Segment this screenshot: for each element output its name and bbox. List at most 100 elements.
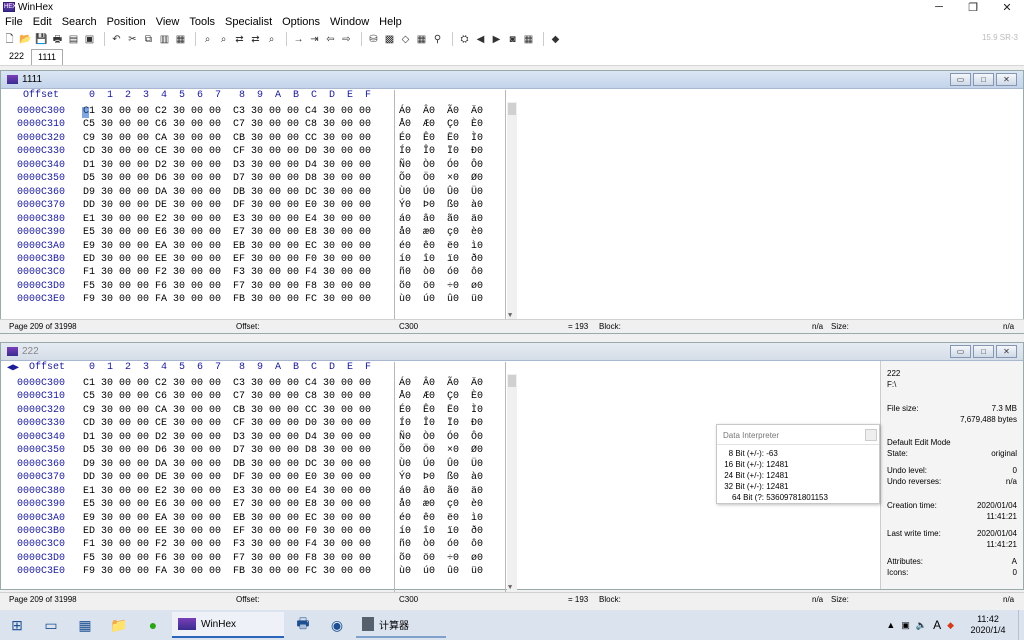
row-hex-bytes[interactable]: E1 30 00 00 E2 30 00 00 E3 30 00 00 E4 3… [83, 486, 371, 500]
prev-icon[interactable]: ◀ [474, 33, 487, 46]
row-hex-bytes[interactable]: D9 30 00 00 DA 30 00 00 DB 30 00 00 DC 3… [83, 187, 371, 201]
search-icon[interactable]: ⚲ [431, 33, 444, 46]
menu-view[interactable]: View [151, 16, 185, 28]
row-text[interactable]: É0 Ê0 Ë0 Ì0 [399, 405, 483, 419]
windows-start-icon[interactable]: ⊞ [0, 610, 34, 640]
tab-222[interactable]: 222 [2, 48, 31, 65]
row-text[interactable]: ù0 ú0 û0 ü0 [399, 566, 483, 580]
row-text[interactable]: Å0 Æ0 Ç0 È0 [399, 391, 483, 405]
row-offset[interactable]: 0000C3C0 [17, 267, 65, 281]
row-offset[interactable]: 0000C320 [17, 133, 65, 147]
maximize-button[interactable]: □ [973, 73, 994, 86]
row-text[interactable]: é0 ê0 ë0 ì0 [399, 241, 483, 255]
properties-icon[interactable]: ▤ [67, 33, 80, 46]
find-hex-icon[interactable]: ⌕ [217, 33, 230, 46]
scrollbar-thumb[interactable] [508, 103, 516, 115]
row-offset[interactable]: 0000C3A0 [17, 513, 65, 527]
undo-icon[interactable]: ↶ [110, 33, 123, 46]
row-text[interactable]: Ñ0 Ò0 Ó0 Ô0 [399, 432, 483, 446]
row-hex-bytes[interactable]: C9 30 00 00 CA 30 00 00 CB 30 00 00 CC 3… [83, 405, 371, 419]
row-hex-bytes[interactable]: CD 30 00 00 CE 30 00 00 CF 30 00 00 D0 3… [83, 146, 371, 160]
row-hex-bytes[interactable]: C1 30 00 00 C2 30 00 00 C3 30 00 00 C4 3… [83, 378, 371, 392]
menu-help[interactable]: Help [374, 16, 407, 28]
replace-hex-icon[interactable]: ⇄ [249, 33, 262, 46]
taskbar-app-calculator[interactable]: 计算器 [356, 612, 446, 638]
row-offset[interactable]: 0000C360 [17, 187, 65, 201]
row-text[interactable]: õ0 ö0 ÷0 ø0 [399, 553, 483, 567]
table-icon[interactable]: ▦ [522, 33, 535, 46]
write-icon[interactable]: ▦ [174, 33, 187, 46]
row-hex-bytes[interactable]: C5 30 00 00 C6 30 00 00 C7 30 00 00 C8 3… [83, 119, 371, 133]
row-text[interactable]: á0 â0 ã0 ä0 [399, 214, 483, 228]
row-hex-bytes[interactable]: E9 30 00 00 EA 30 00 00 EB 30 00 00 EC 3… [83, 241, 371, 255]
row-hex-bytes[interactable]: F9 30 00 00 FA 30 00 00 FB 30 00 00 FC 3… [83, 294, 371, 308]
row-text[interactable]: å0 æ0 ç0 è0 [399, 499, 483, 513]
menu-tools[interactable]: Tools [184, 16, 220, 28]
close-button[interactable]: ✕ [996, 345, 1017, 358]
row-text[interactable]: É0 Ê0 Ë0 Ì0 [399, 133, 483, 147]
back-icon[interactable]: ⇦ [324, 33, 337, 46]
scroll-left-icon[interactable]: ◀▶ [7, 362, 23, 374]
row-text[interactable]: á0 â0 ã0 ä0 [399, 486, 483, 500]
open-folder-icon[interactable]: ▣ [83, 33, 96, 46]
row-text[interactable]: ù0 ú0 û0 ü0 [399, 294, 483, 308]
row-text[interactable]: ñ0 ò0 ó0 ô0 [399, 539, 483, 553]
vertical-scrollbar[interactable]: ▼ [507, 102, 517, 320]
row-offset[interactable]: 0000C3B0 [17, 254, 65, 268]
row-offset[interactable]: 0000C3D0 [17, 281, 65, 295]
row-offset[interactable]: 0000C3E0 [17, 566, 65, 580]
row-text[interactable]: Ñ0 Ò0 Ó0 Ô0 [399, 160, 483, 174]
row-text[interactable]: Ý0 Þ0 ß0 à0 [399, 472, 483, 486]
find-icon[interactable]: ⌕ [201, 33, 214, 46]
ram-icon[interactable]: ▩ [383, 33, 396, 46]
row-hex-bytes[interactable]: D5 30 00 00 D6 30 00 00 D7 30 00 00 D8 3… [83, 445, 371, 459]
print-icon[interactable]: 🖶 [51, 33, 64, 46]
row-text[interactable]: í0 î0 ï0 ð0 [399, 526, 483, 540]
snapshot-icon[interactable]: ◙ [506, 33, 519, 46]
file-explorer-icon[interactable]: 📁 [102, 610, 136, 640]
printer-icon[interactable]: 🖶 [286, 610, 320, 640]
row-text[interactable]: Ù0 Ú0 Û0 Ü0 [399, 187, 483, 201]
row-hex-bytes[interactable]: C1 30 00 00 C2 30 00 00 C3 30 00 00 C4 3… [83, 106, 371, 120]
hex-view[interactable]: ◀▶ Offset 0 1 2 3 4 5 6 7 8 9 A B C D E … [1, 362, 521, 592]
row-offset[interactable]: 0000C380 [17, 486, 65, 500]
row-offset[interactable]: 0000C350 [17, 173, 65, 187]
row-offset[interactable]: 0000C390 [17, 499, 65, 513]
row-offset[interactable]: 0000C340 [17, 432, 65, 446]
task-view-icon[interactable]: ▭ [34, 610, 68, 640]
row-text[interactable]: Á0 Â0 Ã0 Ä0 [399, 106, 483, 120]
close-button[interactable]: ✕ [990, 0, 1024, 14]
row-hex-bytes[interactable]: DD 30 00 00 DE 30 00 00 DF 30 00 00 E0 3… [83, 200, 371, 214]
network-icon[interactable]: ▣ [901, 620, 910, 631]
find-next-icon[interactable]: ⌕ [265, 33, 278, 46]
help-icon[interactable]: ◆ [549, 33, 562, 46]
show-desktop-button[interactable] [1018, 610, 1024, 640]
minimize-button[interactable]: ▭ [950, 73, 971, 86]
maximize-button[interactable]: □ [973, 345, 994, 358]
row-offset[interactable]: 0000C330 [17, 146, 65, 160]
save-icon[interactable]: 💾 [35, 33, 48, 46]
row-text[interactable]: Å0 Æ0 Ç0 È0 [399, 119, 483, 133]
row-offset[interactable]: 0000C330 [17, 418, 65, 432]
taskbar-app-winhex[interactable]: WinHex [172, 612, 284, 638]
row-text[interactable]: Ù0 Ú0 Û0 Ü0 [399, 459, 483, 473]
volume-icon[interactable]: 🔈 [916, 620, 927, 631]
row-offset[interactable]: 0000C370 [17, 472, 65, 486]
vertical-scrollbar[interactable]: ▼ [507, 374, 517, 592]
minimize-button[interactable]: ─ [922, 0, 956, 14]
disk-icon[interactable]: ⛁ [367, 33, 380, 46]
cut-icon[interactable]: ✂ [126, 33, 139, 46]
hex-view[interactable]: Offset 0 1 2 3 4 5 6 7 8 9 A B C D E F 0… [1, 90, 521, 320]
row-offset[interactable]: 0000C3D0 [17, 553, 65, 567]
wechat-icon[interactable]: ● [136, 610, 170, 640]
menu-position[interactable]: Position [102, 16, 151, 28]
row-hex-bytes[interactable]: F5 30 00 00 F6 30 00 00 F7 30 00 00 F8 3… [83, 281, 371, 295]
row-offset[interactable]: 0000C310 [17, 391, 65, 405]
row-hex-bytes[interactable]: E5 30 00 00 E6 30 00 00 E7 30 00 00 E8 3… [83, 499, 371, 513]
replace-icon[interactable]: ⇄ [233, 33, 246, 46]
forward-icon[interactable]: ⇨ [340, 33, 353, 46]
row-hex-bytes[interactable]: ED 30 00 00 EE 30 00 00 EF 30 00 00 F0 3… [83, 254, 371, 268]
row-text[interactable]: Ý0 Þ0 ß0 à0 [399, 200, 483, 214]
row-text[interactable]: ñ0 ò0 ó0 ô0 [399, 267, 483, 281]
store-icon[interactable]: ▦ [68, 610, 102, 640]
